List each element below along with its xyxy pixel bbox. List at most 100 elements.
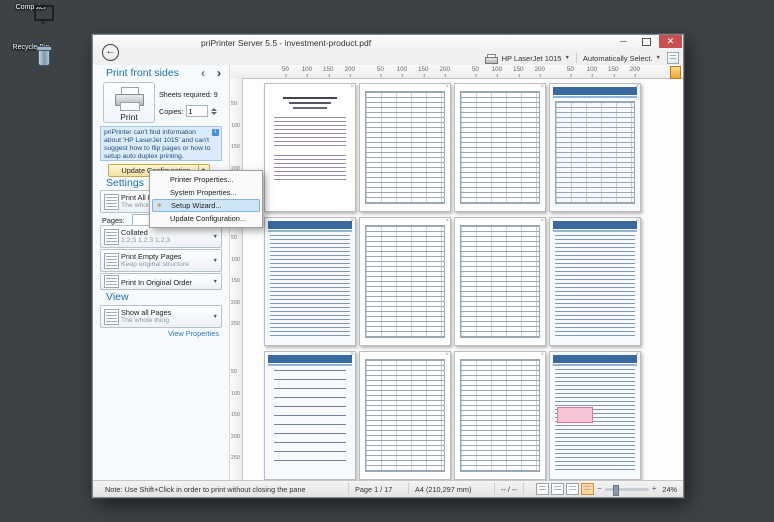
page-thumbnail[interactable]: × (359, 351, 451, 480)
page-header-bar (553, 87, 637, 98)
zoom-out-button[interactable]: − (596, 484, 603, 494)
view-mode-facing-icon[interactable] (551, 483, 565, 495)
page-thumbnail[interactable]: × (549, 217, 641, 346)
page-delete-icon[interactable]: × (350, 84, 354, 91)
dropdown-label: Print Empty Pages (121, 252, 182, 261)
print-order-dropdown[interactable]: Print In Original Order ▼ (100, 273, 222, 290)
page-thumbnail[interactable]: × (549, 351, 641, 480)
desktop-icon-computer[interactable]: Computer (2, 4, 60, 26)
ruler-mark: 50 (376, 66, 384, 77)
page-delete-icon[interactable]: × (540, 352, 544, 359)
page-thumbnail[interactable]: × (264, 83, 356, 212)
back-button[interactable]: ← (102, 44, 119, 61)
pages-grid: × × × × × × × × × × × × (230, 78, 683, 481)
close-button[interactable]: ✕ (659, 35, 682, 48)
show-pages-dropdown[interactable]: Show all Pages The whole thing ▼ (100, 305, 222, 328)
ruler-mark: 100 (586, 66, 598, 77)
page-delete-icon[interactable]: × (445, 84, 449, 91)
page-thumbnail[interactable]: × (264, 217, 356, 346)
prev-mode-button[interactable]: ‹ (201, 66, 205, 80)
view-mode-thumbnails-icon[interactable] (581, 483, 595, 495)
ruler-mark: 150 (513, 66, 524, 77)
zoom-in-button[interactable]: + (651, 484, 658, 494)
print-mode-heading: Print front sides (106, 67, 179, 79)
printer-icon (484, 53, 498, 64)
minimize-button[interactable]: ─ (612, 35, 635, 48)
desktop-icon-recycle-bin[interactable]: Recycle Bin (2, 44, 60, 66)
menu-item[interactable]: Update Configuration... (152, 212, 260, 225)
page-header-bar (268, 355, 352, 366)
statusbar-separator (523, 483, 524, 494)
view-properties-link[interactable]: View Properties (168, 329, 219, 338)
page-delete-icon[interactable]: × (350, 218, 354, 225)
chevron-down-icon: ▼ (212, 233, 218, 240)
paper-source-select[interactable]: Automatically Select. ▼ (583, 54, 661, 63)
printer-icon (113, 86, 145, 111)
next-mode-button[interactable]: › (217, 66, 221, 80)
menu-item[interactable]: ✶ Setup Wizard... (152, 199, 260, 212)
order-icon (104, 275, 119, 288)
document-icon (104, 194, 119, 210)
page-delete-icon[interactable]: × (445, 218, 449, 225)
paper-size-indicator: A4 (210,297 mm) (415, 485, 472, 494)
copies-input[interactable] (186, 105, 209, 117)
page-indicator[interactable]: Page 1 / 17 (355, 485, 392, 494)
empty-pages-dropdown[interactable]: Print Empty Pages Keep original structur… (100, 249, 222, 272)
page-delete-icon[interactable]: × (540, 84, 544, 91)
collate-dropdown[interactable]: Collated 1,2,3 1,2,3 1,2,3 ▼ (100, 225, 222, 248)
page-delete-icon[interactable]: × (445, 352, 449, 359)
maximize-button[interactable] (635, 35, 658, 48)
ruler-mark: 200 (534, 66, 545, 77)
page-thumbnail[interactable]: × (264, 351, 356, 480)
zoom-slider[interactable] (604, 484, 649, 496)
ruler-mark: 50 (566, 66, 574, 77)
pages-label: Pages: (102, 216, 125, 225)
page-delete-icon[interactable]: × (635, 218, 639, 225)
dropdown-sublabel: 1,2,3 1,2,3 1,2,3 (121, 237, 171, 244)
settings-heading: Settings (106, 177, 144, 189)
options-icon[interactable] (667, 52, 679, 64)
page-thumbnail[interactable]: × (359, 217, 451, 346)
page-setup-icon[interactable] (670, 66, 681, 79)
ruler-mark: 150 (418, 66, 429, 77)
app-window: priPrinter Server 5.5 - investment-produ… (92, 34, 684, 498)
page-header-bar (268, 221, 352, 232)
view-mode-single-icon[interactable] (536, 483, 550, 495)
statusbar-separator (494, 483, 495, 494)
collate-icon (104, 229, 119, 245)
zoom-slider-thumb[interactable] (612, 484, 619, 496)
dropdown-sublabel: Keep original structure (121, 261, 190, 268)
menu-item[interactable]: Printer Properties... (152, 173, 260, 186)
ruler-mark: 150 (608, 66, 619, 77)
copies-row: Copies: (159, 105, 218, 117)
menu-item[interactable]: System Properties... (152, 186, 260, 199)
statusbar: Note: Use Shift+Click in order to print … (93, 480, 683, 497)
page-delete-icon[interactable]: × (635, 352, 639, 359)
copies-label: Copies: (159, 106, 184, 116)
chevron-down-icon: ▼ (655, 55, 661, 61)
ruler-mark: 50 (281, 66, 289, 77)
page-delete-icon[interactable]: × (350, 352, 354, 359)
chevron-down-icon: ▼ (212, 257, 218, 264)
ruler-mark: 100 (301, 66, 313, 77)
horizontal-ruler: 50 100 150 200 50 100 150 200 50 100 150 200 50 100 15… (230, 65, 683, 79)
left-panel: Print front sides ‹ › Print Sheets requi… (93, 65, 230, 481)
ruler-mark: 100 (491, 66, 503, 77)
zoom-percentage: 24% (662, 484, 677, 494)
copies-spinner[interactable] (211, 107, 218, 115)
page-thumbnail[interactable]: × (549, 83, 641, 212)
page-delete-icon[interactable]: × (635, 84, 639, 91)
dropdown-label: Collated (121, 228, 148, 237)
titlebar: priPrinter Server 5.5 - investment-produ… (93, 35, 683, 51)
view-mode-grid-icon[interactable] (566, 483, 580, 495)
ruler-mark: 150 (323, 66, 334, 77)
page-thumbnail[interactable]: × (454, 217, 546, 346)
page-thumbnail[interactable]: × (454, 83, 546, 212)
window-title: priPrinter Server 5.5 - investment-produ… (201, 38, 372, 48)
page-thumbnail[interactable]: × (359, 83, 451, 212)
print-button[interactable]: Print (103, 82, 155, 123)
print-button-label: Print (120, 111, 138, 122)
printer-select[interactable]: HP LaserJet 1015 ▼ (502, 54, 570, 63)
page-delete-icon[interactable]: × (540, 218, 544, 225)
page-thumbnail[interactable]: × (454, 351, 546, 480)
